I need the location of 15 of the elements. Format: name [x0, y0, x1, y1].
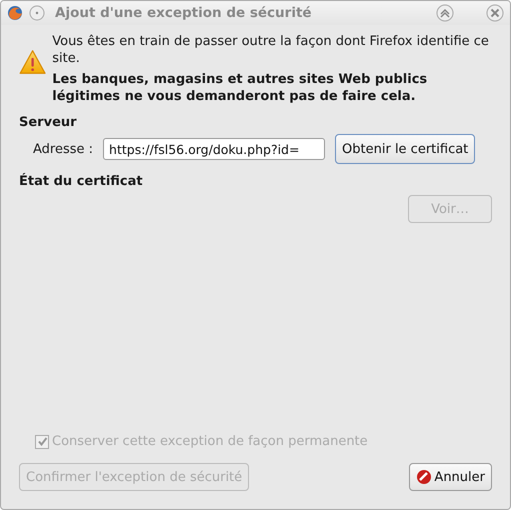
window-menu-icon[interactable]	[29, 5, 45, 21]
maximize-icon[interactable]	[436, 4, 454, 22]
warning-message: Vous êtes en train de passer outre la façon dont Firefox identifie ce site.	[52, 33, 490, 67]
cancel-button[interactable]: Annuler	[409, 463, 492, 491]
checkbox-label: Conserver cette exception de façon permanente	[52, 434, 368, 449]
cancel-icon	[416, 469, 432, 485]
address-label: Adresse :	[33, 142, 94, 156]
warning-emphasis: Les banques, magasins et autres sites Web publics légitimes ne vous demanderont pas de faire cela.	[52, 71, 428, 105]
section-heading: État du certificat	[19, 174, 144, 189]
section-heading: Serveur	[19, 115, 78, 130]
window-title: Ajout d'une exception de sécurité	[55, 5, 312, 21]
get-certificate-button[interactable]: Obtenir le certificat	[335, 134, 476, 164]
globe-icon	[7, 5, 23, 21]
address-field[interactable]: https://fsl56.org/doku.php?id=	[103, 138, 326, 160]
close-icon[interactable]	[486, 4, 504, 22]
